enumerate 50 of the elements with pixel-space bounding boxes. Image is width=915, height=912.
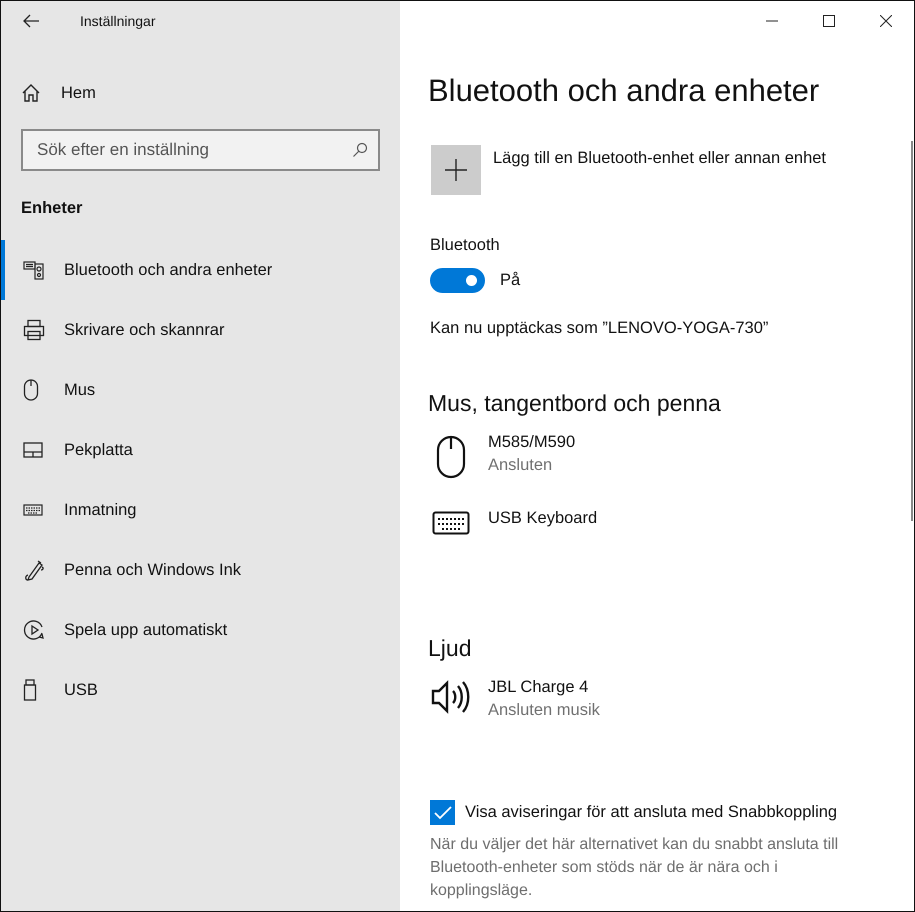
- search-field[interactable]: Sök efter en inställning: [21, 129, 380, 171]
- nav-item[interactable]: Pekplatta: [1, 420, 400, 480]
- window-title: Inställningar: [80, 13, 156, 29]
- device-name: JBL Charge 4: [488, 678, 590, 697]
- section-heading: Mus, tangentbord och penna: [428, 390, 722, 417]
- nav-item[interactable]: Skrivare och skannrar: [1, 300, 400, 360]
- device-icon: [23, 260, 45, 280]
- nav-item[interactable]: USB: [1, 660, 400, 720]
- scrollbar[interactable]: [911, 141, 913, 521]
- touchpad-icon: [23, 442, 43, 458]
- printer-icon: [23, 319, 45, 341]
- check-icon: [434, 806, 452, 820]
- device-item[interactable]: USB Keyboard: [428, 507, 914, 583]
- mouse-icon: [436, 435, 466, 479]
- device-status: Ansluten: [488, 456, 554, 475]
- speaker-icon: [431, 680, 471, 714]
- checkbox[interactable]: [430, 800, 455, 825]
- plus-icon: [445, 159, 467, 181]
- section-heading: Enheter: [21, 199, 84, 218]
- maximize-icon[interactable]: [823, 15, 835, 27]
- nav-item[interactable]: Inmatning: [1, 480, 400, 540]
- description-text: När du väljer det här alternativet kan du snabbt ansluta till Bluetooth-enheter som stöds när de är nära och i kopplingsläge.: [430, 835, 840, 901]
- home-link[interactable]: Hem: [21, 73, 400, 113]
- home-icon: [21, 83, 41, 103]
- checkbox-label: Visa aviseringar för att ansluta med Snabbkoppling: [465, 803, 838, 822]
- device-status: Ansluten musik: [488, 701, 600, 720]
- device-name: M585/M590: [488, 433, 576, 452]
- autoplay-icon: [23, 619, 45, 641]
- usb-drive-icon: [23, 679, 37, 701]
- device-item[interactable]: JBL Charge 4 Ansluten musik: [428, 676, 914, 752]
- discoverable-text: Kan nu upptäckas som ”LENOVO-YOGA-730”: [430, 319, 770, 338]
- add-device-button[interactable]: [431, 145, 481, 195]
- nav-item[interactable]: Spela upp automatiskt: [1, 600, 400, 660]
- device-name: USB Keyboard: [488, 509, 598, 528]
- nav-item[interactable]: Penna och Windows Ink: [1, 540, 400, 600]
- add-device-label[interactable]: Lägg till en Bluetooth-enhet eller annan enhet: [493, 149, 826, 168]
- section-heading: Ljud: [428, 635, 472, 662]
- keyboard-icon: [432, 511, 470, 535]
- page-heading: Bluetooth och andra enheter: [428, 73, 820, 109]
- back-arrow-icon[interactable]: [22, 14, 40, 28]
- search-icon: [352, 142, 368, 158]
- toggle-label: Bluetooth: [430, 236, 501, 255]
- toggle-state: På: [500, 271, 520, 290]
- close-icon[interactable]: [880, 15, 892, 27]
- nav-item[interactable]: Mus: [1, 360, 400, 420]
- bluetooth-toggle[interactable]: [430, 268, 485, 293]
- keyboard-icon: [23, 504, 43, 516]
- device-item[interactable]: M585/M590 Ansluten: [428, 431, 914, 507]
- pen-icon: [23, 559, 45, 581]
- mouse-icon: [23, 379, 39, 401]
